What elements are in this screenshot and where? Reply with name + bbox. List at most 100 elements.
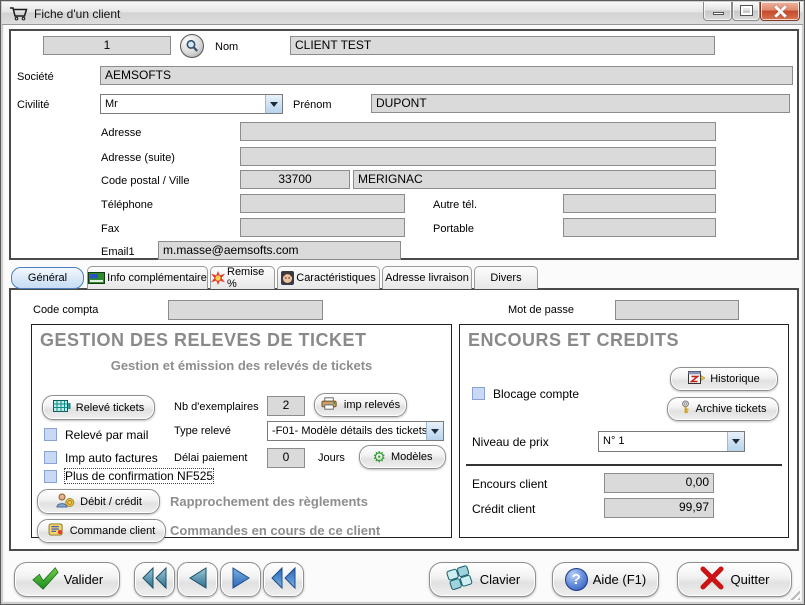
chevron-down-icon[interactable] <box>265 95 282 113</box>
releves-group: GESTION DES RELEVES DE TICKET Gestion et… <box>31 324 452 538</box>
titlebar: Fiche d'un client <box>2 2 803 25</box>
maximize-icon <box>741 6 752 15</box>
code-postal-field[interactable]: 33700 <box>240 170 350 189</box>
ville-field[interactable]: MERIGNAC <box>353 170 716 189</box>
fax-field[interactable] <box>240 218 405 237</box>
maximize-button[interactable] <box>732 2 760 21</box>
autre-tel-label: Autre tél. <box>433 199 477 211</box>
niveau-prix-value: N° 1 <box>599 432 727 451</box>
mot-de-passe-label: Mot de passe <box>508 304 574 316</box>
double-arrow-right-icon <box>270 566 297 593</box>
client-number-field[interactable]: 1 <box>43 36 171 55</box>
type-releve-value: -F01- Modèle détails des tickets <box>268 422 426 440</box>
arrow-left-icon <box>186 566 210 593</box>
encours-client-label: Encours client <box>472 477 547 491</box>
nf525-checkbox[interactable] <box>44 470 57 483</box>
last-record-button[interactable] <box>263 562 304 597</box>
commande-client-button[interactable]: Commande client <box>37 519 166 543</box>
telephone-field[interactable] <box>240 194 405 213</box>
tab-label: Divers <box>490 272 521 284</box>
chevron-down-icon[interactable] <box>426 422 443 440</box>
cart-icon <box>9 6 29 24</box>
societe-field[interactable]: AEMSOFTS <box>100 66 793 85</box>
button-label: Archive tickets <box>696 403 767 415</box>
type-releve-select[interactable]: -F01- Modèle détails des tickets <box>267 421 444 441</box>
archive-tickets-button[interactable]: Archive tickets <box>667 397 779 421</box>
releve-tickets-button[interactable]: Relevé tickets <box>42 395 155 420</box>
credit-client-field[interactable]: 99,97 <box>604 498 714 518</box>
email1-field[interactable]: m.masse@aemsofts.com <box>158 241 401 260</box>
tab-general[interactable]: Général <box>11 267 84 289</box>
code-compta-field[interactable] <box>168 300 323 320</box>
nf525-label: Plus de confirmation NF525 <box>65 469 213 483</box>
modeles-button[interactable]: ⚙ Modèles <box>359 445 446 469</box>
quitter-button[interactable]: Quitter <box>677 562 792 597</box>
delai-paiement-field[interactable]: 0 <box>267 448 305 468</box>
encours-group: ENCOURS ET CREDITS Blocage compte Histor… <box>459 324 789 538</box>
button-label: Quitter <box>730 572 769 587</box>
history-icon <box>688 371 705 388</box>
key-icon <box>680 400 691 418</box>
autre-tel-field[interactable] <box>563 194 716 213</box>
mot-de-passe-field[interactable] <box>615 300 739 320</box>
double-arrow-left-icon <box>141 566 168 593</box>
imp-releves-button[interactable]: imp relevés <box>314 393 407 417</box>
valider-button[interactable]: Valider <box>14 562 120 597</box>
divider <box>466 464 782 466</box>
tab-adresse-livraison[interactable]: Adresse livraison <box>382 266 472 289</box>
button-label: imp relevés <box>344 399 400 411</box>
next-record-button[interactable] <box>220 562 261 597</box>
encours-client-field[interactable]: 0,00 <box>604 473 714 493</box>
red-x-icon <box>699 566 725 593</box>
tab-label: Remise % <box>227 266 274 290</box>
tab-divers[interactable]: Divers <box>474 266 538 289</box>
civilite-label: Civilité <box>17 99 49 111</box>
tab-remise[interactable]: Remise % <box>210 266 275 289</box>
portable-field[interactable] <box>563 218 716 237</box>
search-client-button[interactable] <box>180 34 204 58</box>
blocage-compte-checkbox[interactable] <box>472 387 485 400</box>
aide-button[interactable]: ? Aide (F1) <box>552 562 659 597</box>
close-icon <box>773 4 787 18</box>
tab-info-complementaire[interactable]: Info complémentaire <box>87 266 208 289</box>
imp-auto-factures-checkbox[interactable] <box>44 451 57 464</box>
encours-group-title: ENCOURS ET CREDITS <box>468 330 679 351</box>
clavier-button[interactable]: Clavier <box>429 562 536 597</box>
imp-auto-factures-label: Imp auto factures <box>65 451 158 465</box>
ticket-grid-icon <box>53 399 71 416</box>
close-button[interactable] <box>760 2 800 21</box>
commandes-label: Commandes en cours de ce client <box>170 523 380 538</box>
chevron-down-icon[interactable] <box>727 432 744 451</box>
jours-label: Jours <box>318 452 345 464</box>
releve-par-mail-checkbox[interactable] <box>44 428 57 441</box>
releves-group-subtitle: Gestion et émission des relevés de ticke… <box>32 358 451 373</box>
tab-caracteristiques[interactable]: Caractéristiques <box>277 266 380 289</box>
nb-exemplaires-field[interactable]: 2 <box>267 396 305 416</box>
fax-label: Fax <box>101 223 119 235</box>
releves-group-title: GESTION DES RELEVES DE TICKET <box>40 330 367 351</box>
civilite-value: Mr <box>101 95 265 113</box>
societe-label: Société <box>17 71 54 83</box>
minimize-button[interactable] <box>703 2 732 21</box>
adresse-field[interactable] <box>240 122 716 141</box>
button-label: Aide (F1) <box>593 572 646 587</box>
gear-icon: ⚙ <box>372 450 385 465</box>
prenom-field[interactable]: DUPONT <box>371 94 790 113</box>
niveau-prix-select[interactable]: N° 1 <box>598 431 745 452</box>
button-label: Valider <box>64 572 104 587</box>
adresse-suite-field[interactable] <box>240 147 716 166</box>
historique-button[interactable]: Historique <box>670 367 778 391</box>
first-record-button[interactable] <box>134 562 175 597</box>
keyboard-icon <box>445 565 475 594</box>
portable-label: Portable <box>433 223 474 235</box>
button-label: Débit / crédit <box>80 496 142 508</box>
help-icon: ? <box>565 568 588 591</box>
civilite-select[interactable]: Mr <box>100 94 283 114</box>
tab-label: Adresse livraison <box>385 272 469 284</box>
debit-credit-button[interactable]: Débit / crédit <box>37 489 160 514</box>
person-coin-icon <box>55 493 75 511</box>
nb-exemplaires-label: Nb d'exemplaires <box>174 401 259 413</box>
nom-field[interactable]: CLIENT TEST <box>290 36 715 55</box>
previous-record-button[interactable] <box>177 562 218 597</box>
rapprochement-label: Rapprochement des règlements <box>170 494 368 509</box>
